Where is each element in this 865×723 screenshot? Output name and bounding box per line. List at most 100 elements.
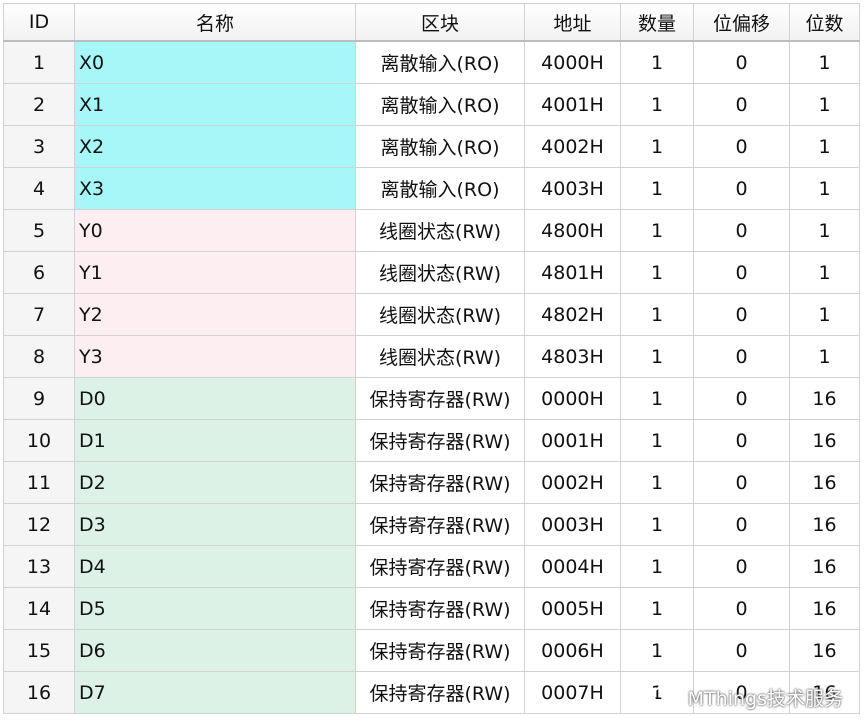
cell-count[interactable]: 1 <box>620 209 694 252</box>
cell-id[interactable]: 4 <box>3 167 75 210</box>
cell-block[interactable]: 保持寄存器(RW) <box>355 377 525 420</box>
cell-bit-count[interactable]: 16 <box>789 545 860 588</box>
table-row[interactable]: 12 D3 保持寄存器(RW) 0003H 1 0 16 <box>3 503 860 546</box>
cell-count[interactable]: 1 <box>620 40 694 84</box>
cell-count[interactable]: 1 <box>620 503 694 546</box>
cell-address[interactable]: 4803H <box>524 335 621 378</box>
cell-block[interactable]: 保持寄存器(RW) <box>355 503 525 546</box>
column-header-bit-count[interactable]: 位数 <box>789 3 860 42</box>
column-header-id[interactable]: ID <box>3 3 75 42</box>
cell-id[interactable]: 14 <box>3 587 75 630</box>
cell-count[interactable]: 1 <box>620 251 694 294</box>
cell-bit-offset[interactable]: 0 <box>693 461 790 504</box>
cell-count[interactable]: 1 <box>620 629 694 672</box>
cell-block[interactable]: 离散输入(RO) <box>355 83 525 126</box>
cell-name[interactable]: D4 <box>74 545 356 588</box>
cell-name[interactable]: Y1 <box>74 251 356 294</box>
table-row[interactable]: 6 Y1 线圈状态(RW) 4801H 1 0 1 <box>3 251 860 294</box>
cell-name[interactable]: D3 <box>74 503 356 546</box>
cell-name[interactable]: D1 <box>74 419 356 462</box>
cell-block[interactable]: 保持寄存器(RW) <box>355 587 525 630</box>
cell-name[interactable]: X2 <box>74 125 356 168</box>
cell-block[interactable]: 线圈状态(RW) <box>355 251 525 294</box>
cell-block[interactable]: 线圈状态(RW) <box>355 335 525 378</box>
cell-address[interactable]: 0001H <box>524 419 621 462</box>
cell-id[interactable]: 5 <box>3 209 75 252</box>
cell-bit-offset[interactable]: 0 <box>693 545 790 588</box>
cell-address[interactable]: 0006H <box>524 629 621 672</box>
cell-id[interactable]: 9 <box>3 377 75 420</box>
cell-bit-count[interactable]: 16 <box>789 503 860 546</box>
table-row[interactable]: 1 X0 离散输入(RO) 4000H 1 0 1 <box>3 40 860 84</box>
cell-id[interactable]: 16 <box>3 671 75 714</box>
cell-bit-offset[interactable]: 0 <box>693 209 790 252</box>
table-row[interactable]: 5 Y0 线圈状态(RW) 4800H 1 0 1 <box>3 209 860 252</box>
cell-id[interactable]: 6 <box>3 251 75 294</box>
cell-id[interactable]: 12 <box>3 503 75 546</box>
column-header-count[interactable]: 数量 <box>620 3 694 42</box>
cell-bit-offset[interactable]: 0 <box>693 83 790 126</box>
column-header-address[interactable]: 地址 <box>524 3 621 42</box>
cell-bit-offset[interactable]: 0 <box>693 419 790 462</box>
cell-id[interactable]: 3 <box>3 125 75 168</box>
cell-bit-count[interactable]: 16 <box>789 629 860 672</box>
cell-bit-count[interactable]: 1 <box>789 40 860 84</box>
cell-id[interactable]: 13 <box>3 545 75 588</box>
cell-count[interactable]: 1 <box>620 167 694 210</box>
table-row[interactable]: 4 X3 离散输入(RO) 4003H 1 0 1 <box>3 167 860 210</box>
cell-block[interactable]: 离散输入(RO) <box>355 125 525 168</box>
cell-address[interactable]: 4001H <box>524 83 621 126</box>
table-row[interactable]: 3 X2 离散输入(RO) 4002H 1 0 1 <box>3 125 860 168</box>
table-row[interactable]: 11 D2 保持寄存器(RW) 0002H 1 0 16 <box>3 461 860 504</box>
cell-bit-offset[interactable]: 0 <box>693 251 790 294</box>
cell-block[interactable]: 离散输入(RO) <box>355 40 525 84</box>
cell-bit-count[interactable]: 1 <box>789 83 860 126</box>
cell-bit-count[interactable]: 1 <box>789 251 860 294</box>
cell-bit-offset[interactable]: 0 <box>693 587 790 630</box>
cell-block[interactable]: 保持寄存器(RW) <box>355 461 525 504</box>
cell-block[interactable]: 保持寄存器(RW) <box>355 419 525 462</box>
cell-block[interactable]: 线圈状态(RW) <box>355 209 525 252</box>
cell-count[interactable]: 1 <box>620 545 694 588</box>
cell-name[interactable]: Y3 <box>74 335 356 378</box>
cell-id[interactable]: 7 <box>3 293 75 336</box>
cell-id[interactable]: 11 <box>3 461 75 504</box>
cell-name[interactable]: Y0 <box>74 209 356 252</box>
table-row[interactable]: 8 Y3 线圈状态(RW) 4803H 1 0 1 <box>3 335 860 378</box>
cell-bit-count[interactable]: 1 <box>789 167 860 210</box>
cell-id[interactable]: 1 <box>3 40 75 84</box>
cell-name[interactable]: D2 <box>74 461 356 504</box>
cell-bit-count[interactable]: 1 <box>789 335 860 378</box>
cell-block[interactable]: 保持寄存器(RW) <box>355 629 525 672</box>
cell-bit-offset[interactable]: 0 <box>693 503 790 546</box>
cell-block[interactable]: 线圈状态(RW) <box>355 293 525 336</box>
cell-count[interactable]: 1 <box>620 461 694 504</box>
cell-address[interactable]: 0005H <box>524 587 621 630</box>
cell-count[interactable]: 1 <box>620 419 694 462</box>
cell-id[interactable]: 2 <box>3 83 75 126</box>
cell-bit-offset[interactable]: 0 <box>693 125 790 168</box>
table-row[interactable]: 2 X1 离散输入(RO) 4001H 1 0 1 <box>3 83 860 126</box>
cell-count[interactable]: 1 <box>620 335 694 378</box>
cell-bit-count[interactable]: 1 <box>789 293 860 336</box>
cell-count[interactable]: 1 <box>620 587 694 630</box>
cell-bit-count[interactable]: 1 <box>789 125 860 168</box>
cell-name[interactable]: X3 <box>74 167 356 210</box>
cell-block[interactable]: 保持寄存器(RW) <box>355 545 525 588</box>
cell-address[interactable]: 4002H <box>524 125 621 168</box>
cell-count[interactable]: 1 <box>620 83 694 126</box>
cell-address[interactable]: 4000H <box>524 40 621 84</box>
cell-name[interactable]: X1 <box>74 83 356 126</box>
cell-name[interactable]: D0 <box>74 377 356 420</box>
cell-bit-offset[interactable]: 0 <box>693 335 790 378</box>
cell-address[interactable]: 0003H <box>524 503 621 546</box>
column-header-block[interactable]: 区块 <box>355 3 525 42</box>
table-row[interactable]: 10 D1 保持寄存器(RW) 0001H 1 0 16 <box>3 419 860 462</box>
table-row[interactable]: 13 D4 保持寄存器(RW) 0004H 1 0 16 <box>3 545 860 588</box>
cell-address[interactable]: 0002H <box>524 461 621 504</box>
cell-bit-count[interactable]: 16 <box>789 461 860 504</box>
column-header-name[interactable]: 名称 <box>74 3 356 42</box>
cell-id[interactable]: 10 <box>3 419 75 462</box>
cell-bit-offset[interactable]: 0 <box>693 293 790 336</box>
cell-name[interactable]: Y2 <box>74 293 356 336</box>
